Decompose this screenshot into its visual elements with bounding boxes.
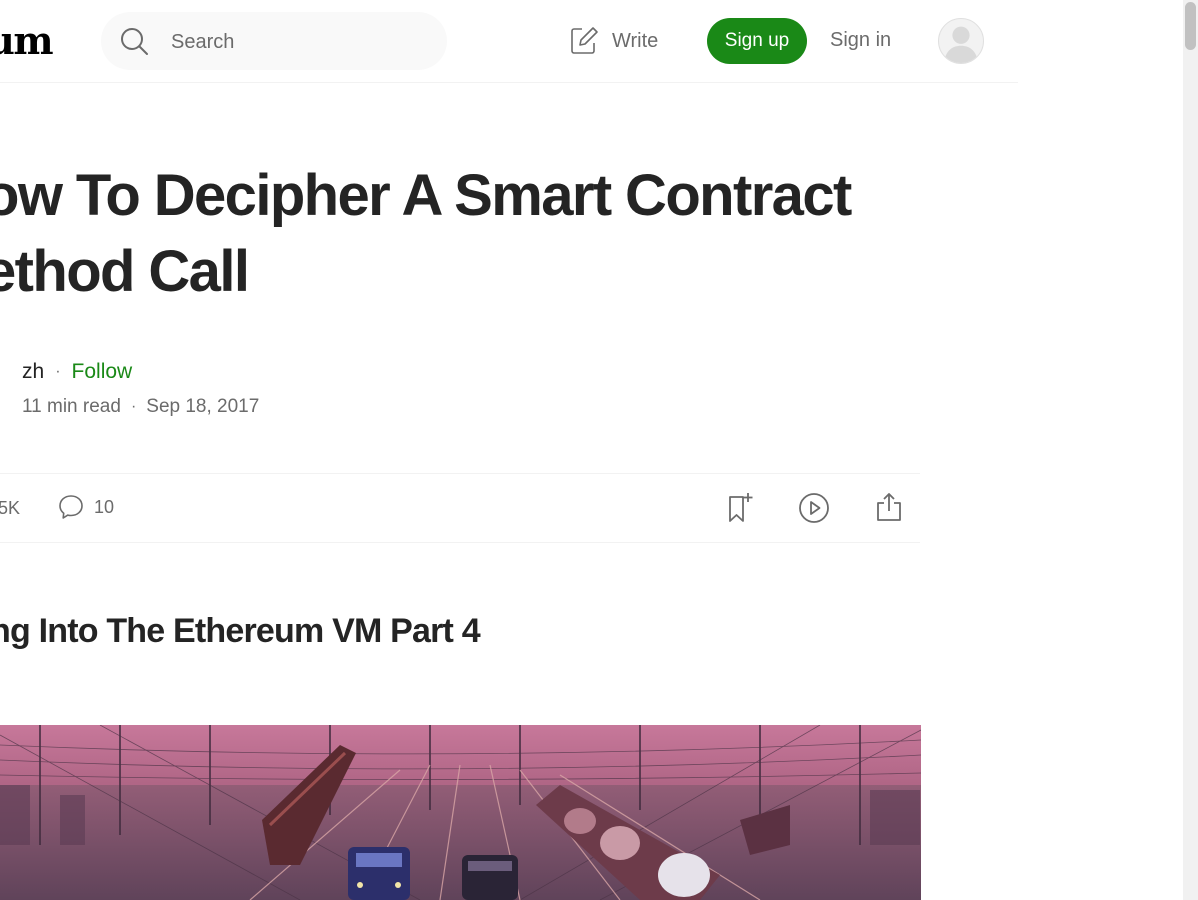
page-scrollbar-track[interactable] bbox=[1183, 0, 1198, 900]
search-input[interactable] bbox=[169, 26, 433, 58]
avatar[interactable] bbox=[938, 18, 984, 64]
share-icon[interactable] bbox=[873, 491, 905, 523]
article-title: ow To Decipher A Smart Contract ethod Cal… bbox=[0, 158, 944, 310]
author-name[interactable]: zh bbox=[22, 360, 44, 384]
sign-up-button[interactable]: Sign up bbox=[707, 18, 807, 64]
write-icon bbox=[571, 27, 598, 54]
avatar-icon bbox=[939, 19, 983, 63]
response-count: 10 bbox=[94, 496, 115, 517]
article-hero-image bbox=[0, 725, 921, 900]
responses-button[interactable]: 10 bbox=[58, 494, 114, 520]
medium-logo[interactable]: Medium bbox=[0, 18, 54, 63]
article-meta: 11 min read · Sep 18, 2017 bbox=[22, 396, 259, 418]
article-title-line-2: ethod Call bbox=[0, 239, 250, 304]
read-time: 11 min read bbox=[22, 396, 121, 417]
article-title-line-1: ow To Decipher A Smart Contract bbox=[0, 163, 852, 228]
write-button[interactable]: Write bbox=[568, 23, 658, 59]
separator-dot: · bbox=[130, 398, 137, 415]
search-icon bbox=[121, 28, 148, 55]
railway-yard-image bbox=[0, 725, 921, 900]
logo-text: Medium bbox=[0, 18, 54, 63]
publish-date: Sep 18, 2017 bbox=[146, 396, 260, 417]
author-row: zh · Follow bbox=[22, 360, 132, 384]
response-icon bbox=[59, 495, 83, 519]
article-subtitle: ng Into The Ethereum VM Part 4 bbox=[0, 612, 481, 650]
clap-count[interactable]: 5K bbox=[0, 498, 20, 519]
page: Medium Write Sign up Sign in bbox=[0, 0, 1198, 900]
search-box[interactable] bbox=[101, 12, 447, 70]
write-label: Write bbox=[612, 29, 659, 52]
top-navigation: Medium Write Sign up Sign in bbox=[0, 0, 1018, 83]
follow-button[interactable]: Follow bbox=[72, 360, 133, 384]
sign-in-link[interactable]: Sign in bbox=[830, 29, 891, 52]
play-icon[interactable] bbox=[798, 492, 830, 524]
article-action-bar: 5K 10 bbox=[0, 473, 920, 543]
separator-dot: · bbox=[55, 363, 61, 380]
bookmark-add-icon[interactable] bbox=[726, 491, 758, 523]
page-scrollbar-thumb[interactable] bbox=[1185, 2, 1196, 50]
